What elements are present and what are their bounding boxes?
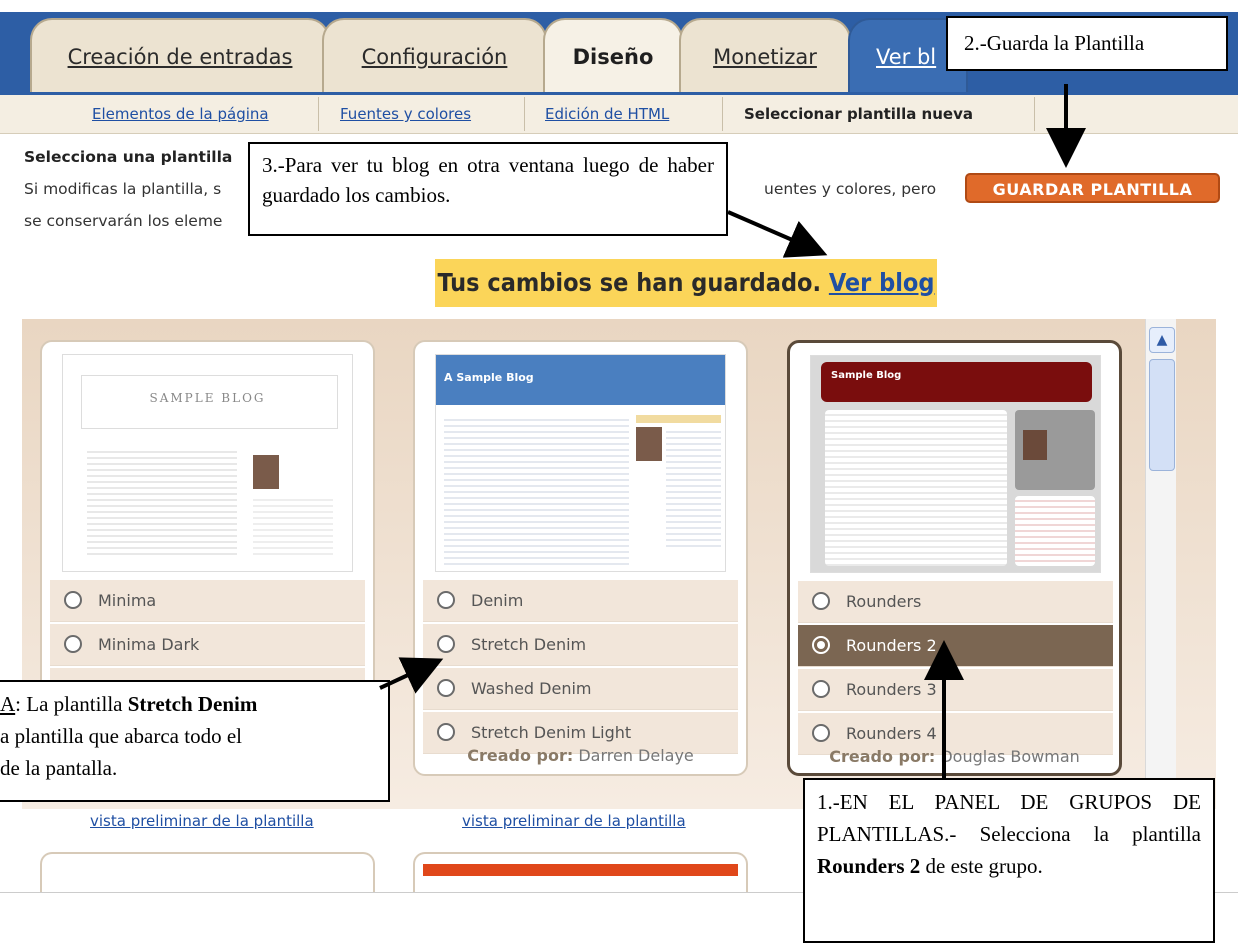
arrow-to-stretch-denim <box>379 657 444 694</box>
annotation-arrows <box>379 84 1086 780</box>
arrow-to-view-blog <box>727 210 828 258</box>
